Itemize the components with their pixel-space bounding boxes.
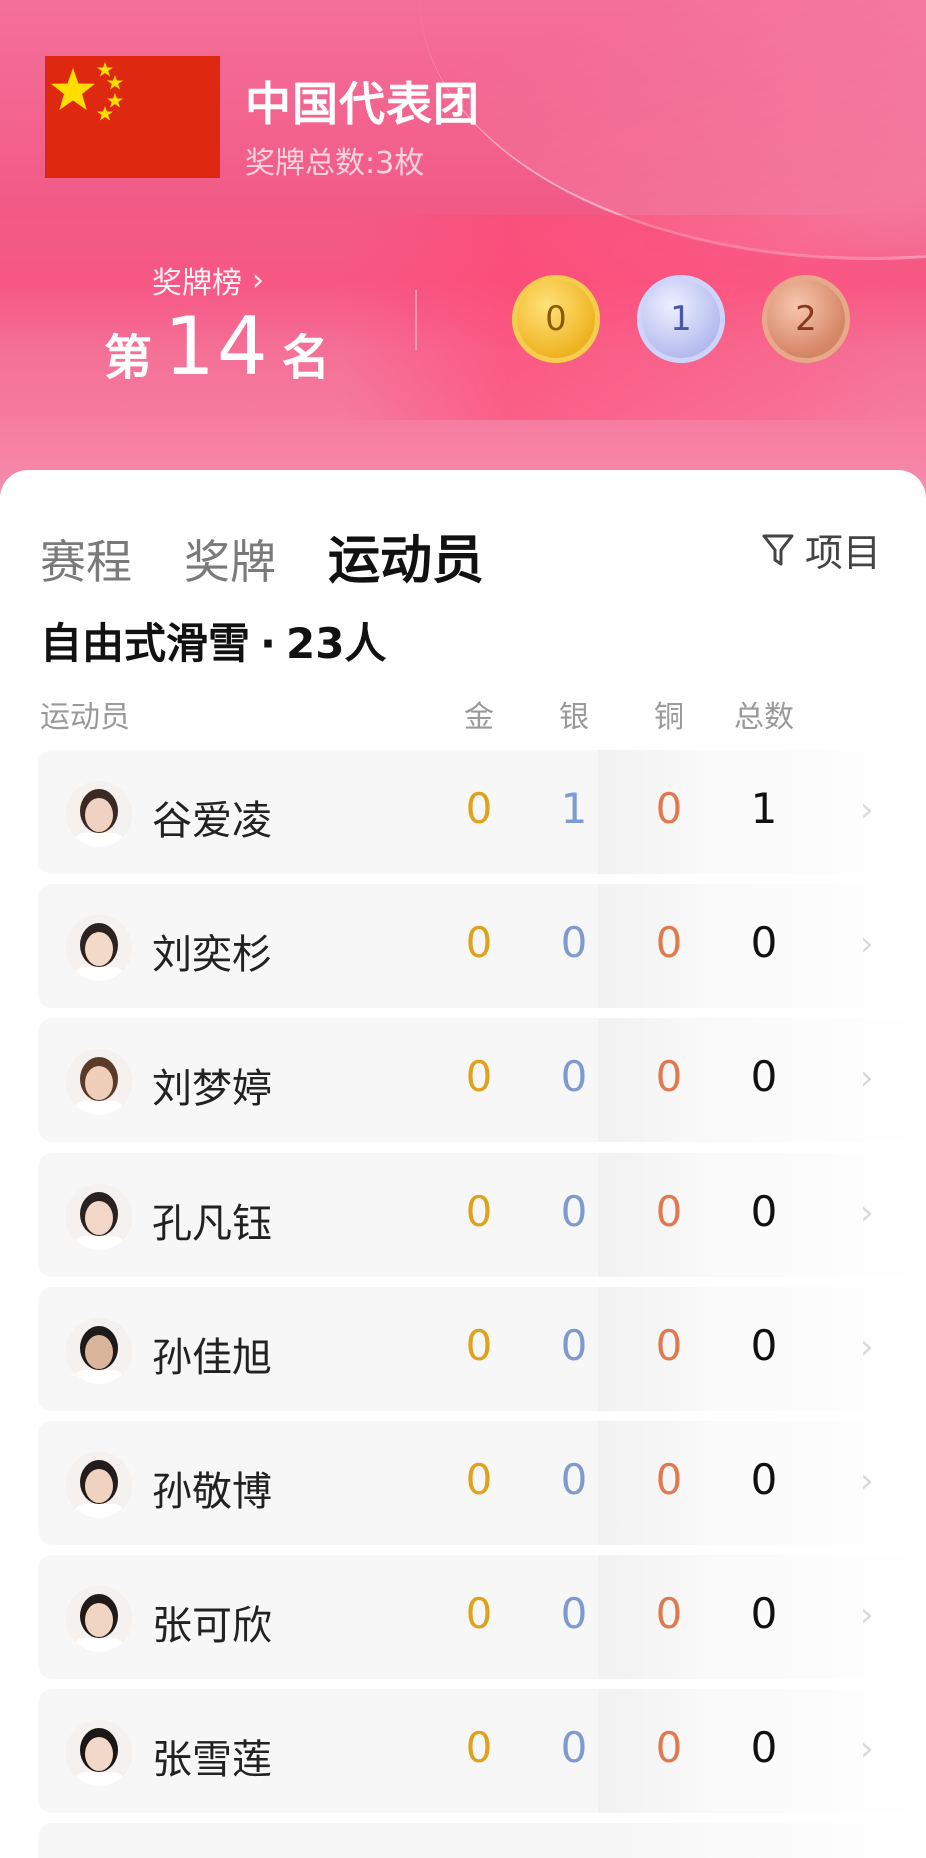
athlete-row[interactable]: 孙佳旭 0 0 0 0 › bbox=[38, 1287, 926, 1411]
bronze-count: 0 bbox=[655, 1187, 683, 1236]
athlete-name: 孙敬博 bbox=[152, 1469, 272, 1515]
chevron-right-icon: › bbox=[860, 1327, 874, 1367]
total-count: 1 bbox=[750, 784, 778, 833]
athlete-avatar bbox=[66, 1720, 132, 1786]
gold-count: 0 bbox=[465, 1321, 493, 1370]
bronze-count: 0 bbox=[655, 1723, 683, 1772]
silver-count: 0 bbox=[560, 1723, 588, 1772]
bronze-count: 0 bbox=[655, 1052, 683, 1101]
athlete-row[interactable]: 张可欣 0 0 0 0 › bbox=[38, 1555, 926, 1679]
total-count: 0 bbox=[750, 918, 778, 967]
gold-count: 0 bbox=[465, 1052, 493, 1101]
silver-count: 1 bbox=[560, 784, 588, 833]
gold-count: 0 bbox=[465, 784, 493, 833]
chevron-right-icon: › bbox=[860, 1193, 874, 1233]
chevron-right-icon: › bbox=[860, 1595, 874, 1635]
chevron-right-icon: › bbox=[860, 1461, 874, 1501]
total-count: 0 bbox=[750, 1455, 778, 1504]
team-rank: 第 14 名 bbox=[104, 300, 330, 393]
athlete-name: 张雪莲 bbox=[152, 1737, 272, 1783]
divider bbox=[415, 290, 417, 350]
bronze-count: 0 bbox=[655, 918, 683, 967]
tab-bar: 赛程 奖牌 运动员 bbox=[40, 518, 484, 593]
athlete-row[interactable]: 孔凡钰 0 0 0 0 › bbox=[38, 1153, 926, 1277]
athlete-name: 刘奕杉 bbox=[152, 932, 272, 978]
tab-medals[interactable]: 奖牌 bbox=[184, 526, 276, 592]
athlete-avatar bbox=[66, 1586, 132, 1652]
tab-athletes[interactable]: 运动员 bbox=[328, 518, 484, 593]
athlete-avatar bbox=[66, 1318, 132, 1384]
athlete-row[interactable] bbox=[38, 1823, 926, 1858]
chevron-right-icon: › bbox=[252, 262, 264, 298]
athlete-row[interactable]: 谷爱凌 0 1 0 1 › bbox=[38, 750, 926, 874]
gold-count: 0 bbox=[465, 1723, 493, 1772]
silver-count: 0 bbox=[560, 1052, 588, 1101]
content-card: 赛程 奖牌 运动员 项目 自由式滑雪 · 23人 运动员 金 银 铜 总数 谷爱凌 … bbox=[0, 470, 926, 1858]
chevron-right-icon: › bbox=[860, 1729, 874, 1769]
athlete-name: 孙佳旭 bbox=[152, 1335, 272, 1381]
silver-count: 0 bbox=[560, 918, 588, 967]
bronze-count: 0 bbox=[655, 1455, 683, 1504]
sport-name: 自由式滑雪 bbox=[40, 619, 251, 668]
athlete-row[interactable]: 刘梦婷 0 0 0 0 › bbox=[38, 1018, 926, 1142]
section-title: 自由式滑雪 · 23人 bbox=[40, 610, 386, 671]
silver-count: 0 bbox=[560, 1455, 588, 1504]
column-header-total: 总数 bbox=[734, 700, 794, 735]
tab-schedule[interactable]: 赛程 bbox=[40, 526, 132, 592]
total-count: 0 bbox=[750, 1723, 778, 1772]
silver-count: 0 bbox=[560, 1187, 588, 1236]
silver-count: 0 bbox=[560, 1321, 588, 1370]
athlete-avatar bbox=[66, 915, 132, 981]
bronze-count: 0 bbox=[655, 1589, 683, 1638]
gold-count: 0 bbox=[465, 1455, 493, 1504]
bronze-medal-count: 2 bbox=[762, 275, 850, 363]
athlete-row[interactable]: 孙敬博 0 0 0 0 › bbox=[38, 1421, 926, 1545]
athlete-avatar bbox=[66, 1049, 132, 1115]
team-name: 中国代表团 bbox=[245, 77, 480, 131]
gold-count: 0 bbox=[465, 1187, 493, 1236]
chevron-right-icon: › bbox=[860, 1058, 874, 1098]
chevron-right-icon: › bbox=[860, 790, 874, 830]
athlete-row[interactable]: 刘奕杉 0 0 0 0 › bbox=[38, 884, 926, 1008]
athlete-name: 孔凡钰 bbox=[152, 1201, 272, 1247]
gold-count: 0 bbox=[465, 1589, 493, 1638]
column-header-silver: 银 bbox=[559, 700, 589, 735]
event-filter-label: 项目 bbox=[804, 531, 881, 575]
medal-table-link-label: 奖牌榜 bbox=[152, 266, 242, 301]
column-header-athlete: 运动员 bbox=[40, 700, 130, 735]
gold-medal-count: 0 bbox=[512, 275, 600, 363]
total-count: 0 bbox=[750, 1187, 778, 1236]
rank-suffix: 名 bbox=[281, 330, 330, 386]
separator: · bbox=[260, 619, 276, 668]
column-header-bronze: 铜 bbox=[654, 700, 684, 735]
athlete-name: 谷爱凌 bbox=[152, 798, 272, 844]
athlete-avatar bbox=[66, 781, 132, 847]
filter-icon bbox=[762, 534, 794, 565]
bronze-count: 0 bbox=[655, 1321, 683, 1370]
silver-medal-count: 1 bbox=[637, 275, 725, 363]
team-header: 中国代表团 奖牌总数:3枚 奖牌榜 › 第 14 名 0 1 2 bbox=[0, 0, 926, 520]
rank-prefix: 第 bbox=[104, 330, 153, 386]
athlete-name: 张可欣 bbox=[152, 1603, 272, 1649]
athlete-name: 刘梦婷 bbox=[152, 1066, 272, 1112]
total-count: 0 bbox=[750, 1589, 778, 1638]
china-flag-icon bbox=[45, 56, 220, 178]
athlete-row[interactable]: 张雪莲 0 0 0 0 › bbox=[38, 1689, 926, 1813]
medal-table-link[interactable]: 奖牌榜 › bbox=[152, 258, 264, 302]
athlete-count: 23人 bbox=[285, 619, 387, 668]
chevron-right-icon: › bbox=[860, 924, 874, 964]
athlete-avatar bbox=[66, 1452, 132, 1518]
bronze-count: 0 bbox=[655, 784, 683, 833]
total-medals-text: 奖牌总数:3枚 bbox=[245, 146, 425, 181]
rank-number: 14 bbox=[164, 300, 270, 393]
athlete-avatar bbox=[66, 1184, 132, 1250]
silver-count: 0 bbox=[560, 1589, 588, 1638]
event-filter-button[interactable]: 项目 bbox=[761, 522, 881, 577]
total-count: 0 bbox=[750, 1321, 778, 1370]
total-count: 0 bbox=[750, 1052, 778, 1101]
gold-count: 0 bbox=[465, 918, 493, 967]
column-header-gold: 金 bbox=[464, 700, 494, 735]
